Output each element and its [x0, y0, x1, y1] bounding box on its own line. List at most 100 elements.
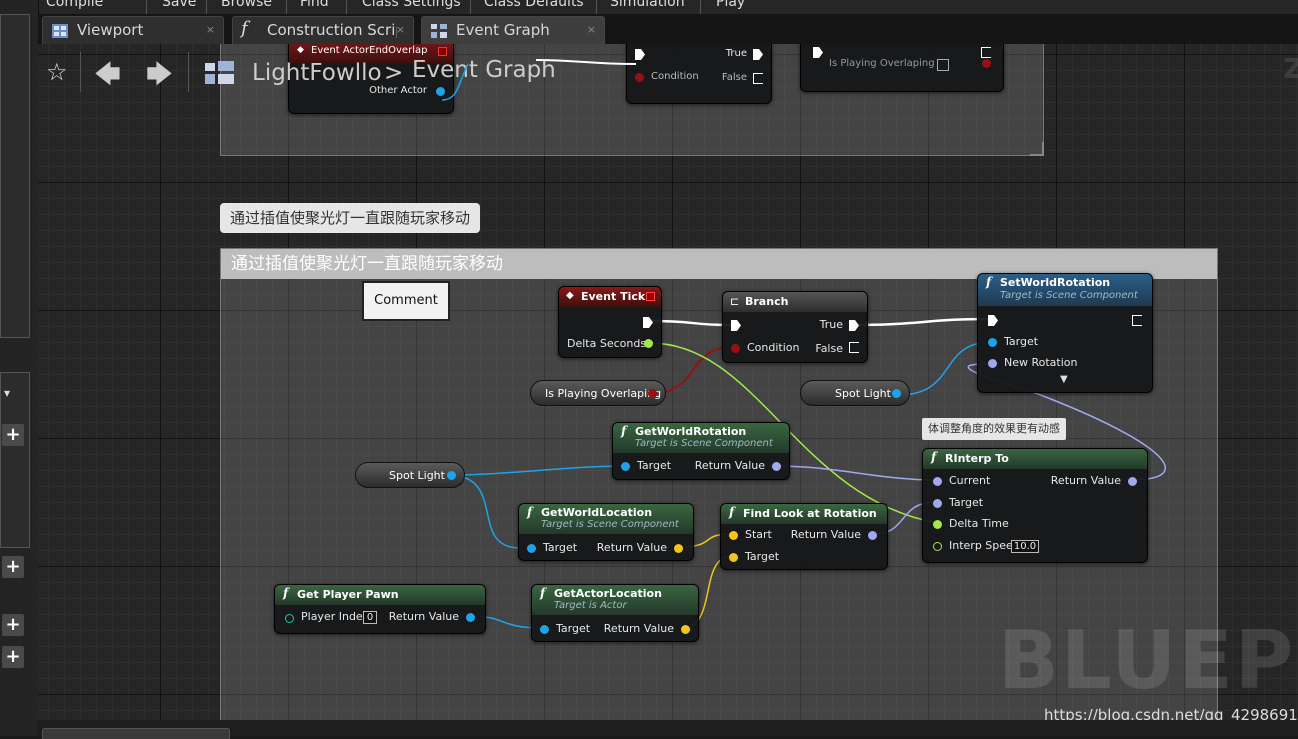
browse-button[interactable]: Browse — [221, 0, 272, 10]
target-pin[interactable] — [933, 499, 942, 508]
exec-in-pin[interactable] — [988, 315, 998, 326]
bool-out-pin[interactable] — [648, 389, 657, 398]
object-out-pin[interactable] — [892, 389, 901, 398]
document-tabs: Viewport × f Construction Scrip × Event … — [38, 14, 1298, 44]
pin-label: Player Index — [301, 610, 370, 623]
event-icon: ◆ — [566, 290, 574, 301]
tab-label: Event Graph — [456, 21, 550, 39]
false-exec-pin[interactable] — [849, 342, 859, 353]
pin-label: False — [815, 342, 843, 355]
exec-wire — [535, 59, 637, 65]
variable-label: Spot Light — [835, 387, 891, 400]
toolbar-divider — [700, 0, 701, 14]
save-button[interactable]: Save — [162, 0, 196, 10]
get-world-location-node[interactable]: GetWorldLocation f Target is Scene Compo… — [518, 503, 694, 561]
tab-event-graph[interactable]: Event Graph × — [421, 16, 605, 44]
class-defaults-button[interactable]: Class Defaults — [484, 0, 584, 10]
return-value-pin[interactable] — [772, 462, 781, 471]
object-wire — [447, 465, 627, 476]
new-rotation-pin[interactable] — [988, 359, 997, 368]
return-value-pin[interactable] — [466, 613, 475, 622]
interp-speed-input[interactable]: 10.0 — [1011, 540, 1039, 553]
left-panel: ▾ + + + + — [0, 0, 39, 736]
bottom-tab[interactable] — [42, 728, 230, 739]
function-icon: f — [986, 275, 992, 289]
node-subtitle: Target is Actor — [554, 600, 627, 611]
pin-label: True — [819, 318, 843, 331]
exec-out-pin[interactable] — [1132, 315, 1142, 326]
close-icon[interactable]: × — [587, 23, 596, 36]
get-player-pawn-node[interactable]: Get Player Pawn f Player Index 0 Return … — [274, 584, 486, 634]
tab-label: Construction Scrip — [267, 21, 397, 39]
start-pin[interactable] — [729, 531, 738, 540]
add-event-dispatcher-button[interactable]: + — [2, 646, 24, 668]
add-macro-button[interactable]: + — [2, 614, 24, 636]
current-pin[interactable] — [933, 477, 942, 486]
event-tick-node[interactable]: Event Tick ◆ Delta Seconds — [558, 286, 662, 358]
simulation-button[interactable]: Simulation — [610, 0, 685, 10]
pin-label: Start — [745, 528, 772, 541]
object-out-pin[interactable] — [447, 471, 456, 480]
tab-construction-script[interactable]: f Construction Scrip × — [232, 16, 414, 44]
target-pin[interactable] — [729, 553, 738, 562]
delta-time-pin[interactable] — [933, 520, 942, 529]
toolbar-divider — [286, 0, 287, 14]
target-pin[interactable] — [540, 625, 549, 634]
is-playing-overlapping-variable[interactable]: Is Playing Overlaping — [530, 380, 666, 406]
player-index-input[interactable]: 0 — [363, 611, 377, 624]
target-pin[interactable] — [988, 338, 997, 347]
event-graph-canvas[interactable]: Event ActorEndOverlap ◆ Other Actor True… — [38, 44, 1298, 720]
tab-label: Viewport — [77, 21, 144, 39]
dropdown-arrow-icon[interactable]: ▾ — [4, 386, 10, 400]
find-button[interactable]: Find — [300, 0, 329, 10]
bottom-panel-strip — [38, 720, 1298, 739]
function-icon: f — [729, 505, 735, 519]
function-icon: f — [283, 586, 289, 600]
expand-arrow-icon[interactable]: ▼ — [1060, 374, 1068, 385]
exec-out-pin[interactable] — [643, 317, 653, 328]
true-exec-pin[interactable] — [849, 320, 859, 331]
close-icon[interactable]: × — [206, 23, 215, 36]
return-value-pin[interactable] — [1128, 477, 1137, 486]
node-subtitle: Target is Scene Component — [635, 438, 773, 449]
class-settings-button[interactable]: Class Settings — [362, 0, 461, 10]
return-value-pin[interactable] — [674, 544, 683, 553]
spot-light-variable[interactable]: Spot Light — [800, 380, 910, 406]
target-pin[interactable] — [527, 544, 536, 553]
pin-label: Target — [556, 622, 591, 635]
target-pin[interactable] — [621, 462, 630, 471]
condition-pin[interactable] — [731, 344, 740, 353]
pin-label: Delta Seconds — [567, 337, 647, 350]
get-actor-location-node[interactable]: GetActorLocation f Target is Actor Targe… — [531, 584, 699, 642]
pin-label: Target — [745, 550, 780, 563]
pin-label: Interp Speed — [949, 539, 1020, 552]
find-look-at-rotation-node[interactable]: Find Look at Rotation f Start Return Val… — [720, 503, 888, 570]
pin-label: Return Value — [596, 541, 667, 554]
return-value-pin[interactable] — [681, 625, 690, 634]
variable-label: Is Playing Overlaping — [545, 387, 662, 400]
pin-label: New Rotation — [1004, 356, 1078, 369]
spot-light-variable[interactable]: Spot Light — [355, 462, 465, 488]
exec-wire — [649, 319, 733, 327]
return-value-pin[interactable] — [868, 531, 877, 540]
delegate-pin[interactable] — [646, 292, 655, 301]
branch-node[interactable]: Branch ⊏ True Condition False — [722, 291, 868, 363]
pin-label: Target — [637, 459, 672, 472]
compile-button[interactable]: Compile — [46, 0, 103, 10]
pin-label: Target — [543, 541, 578, 554]
delta-seconds-pin[interactable] — [644, 339, 653, 348]
add-variable-button[interactable]: + — [2, 424, 24, 446]
node-comment-bubble[interactable]: 体调整角度的效果更有动感 — [922, 418, 1066, 440]
rinterp-to-node[interactable]: RInterp To f Current Return Value Target… — [922, 448, 1148, 563]
close-icon[interactable]: × — [396, 23, 405, 36]
function-icon: f — [931, 450, 937, 464]
tab-viewport[interactable]: Viewport × — [42, 16, 224, 44]
add-function-button[interactable]: + — [2, 556, 24, 578]
exec-in-pin[interactable] — [731, 320, 741, 331]
set-world-rotation-node[interactable]: SetWorldRotation f Target is Scene Compo… — [977, 273, 1153, 393]
play-button[interactable]: Play — [716, 0, 745, 10]
player-index-pin[interactable] — [285, 614, 294, 623]
interp-speed-pin[interactable] — [933, 542, 942, 551]
function-icon: f — [241, 18, 248, 39]
get-world-rotation-node[interactable]: GetWorldRotation f Target is Scene Compo… — [612, 422, 790, 480]
